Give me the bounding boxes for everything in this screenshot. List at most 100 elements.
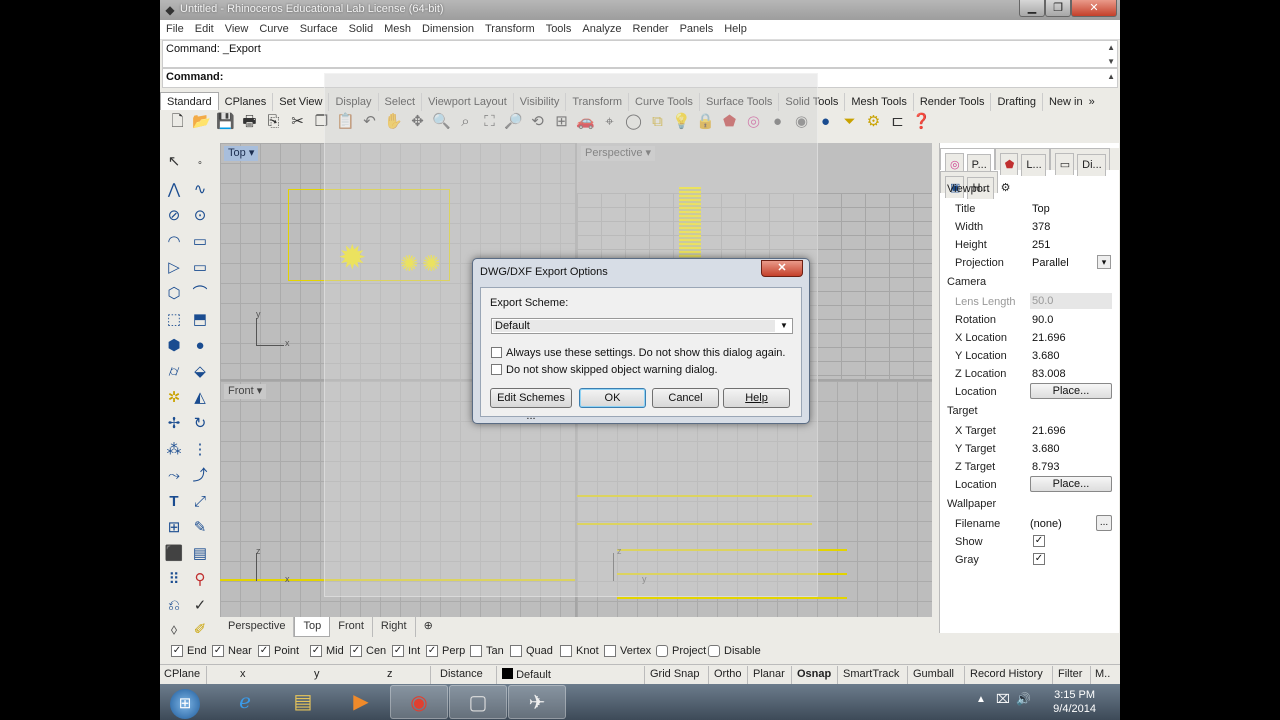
prop-value[interactable]: 378: [1032, 221, 1050, 233]
menu-edit[interactable]: Edit: [189, 20, 219, 35]
status-ortho[interactable]: Ortho: [714, 668, 742, 680]
file-explorer-icon[interactable]: ▤: [274, 685, 332, 719]
section-icon[interactable]: ▤: [188, 542, 212, 566]
tab-standard[interactable]: Standard: [160, 92, 219, 110]
extrude-icon[interactable]: ✲: [162, 386, 186, 410]
cancel-button[interactable]: Cancel: [652, 388, 719, 408]
tab-layers[interactable]: ⬟ L...: [994, 148, 1050, 176]
dimension-tool-icon[interactable]: ⤢: [188, 490, 212, 514]
osnap-int-checkbox[interactable]: ✓: [392, 645, 404, 657]
dimension-icon[interactable]: ⊏: [886, 110, 909, 133]
internet-explorer-icon[interactable]: ℯ: [216, 685, 274, 719]
osnap-cen-checkbox[interactable]: ✓: [350, 645, 362, 657]
hexagon-icon[interactable]: ⬡: [162, 282, 186, 306]
edit-icon[interactable]: ✎: [188, 516, 212, 540]
circle-tool-icon[interactable]: ⊘: [162, 204, 186, 228]
print-icon[interactable]: 🖶: [238, 110, 261, 133]
always-use-settings-checkbox[interactable]: [491, 347, 502, 358]
cube-icon[interactable]: ⬛: [162, 542, 186, 566]
help-icon[interactable]: ❓: [910, 110, 933, 133]
freeform-icon[interactable]: ⌒: [188, 282, 212, 306]
help-button[interactable]: Help: [723, 388, 790, 408]
block-icon[interactable]: ⊞: [162, 516, 186, 540]
skip-warning-checkbox[interactable]: [491, 364, 502, 375]
osnap-near-checkbox[interactable]: ✓: [212, 645, 224, 657]
menu-tools[interactable]: Tools: [540, 20, 577, 35]
status-filter[interactable]: Filter: [1058, 668, 1082, 680]
osnap-disable-checkbox[interactable]: [708, 645, 720, 657]
status-more[interactable]: M..: [1095, 668, 1110, 680]
front-viewport-label[interactable]: Front ▾: [224, 384, 267, 399]
status-gumball[interactable]: Gumball: [913, 668, 954, 680]
dropdown-arrow-icon[interactable]: ▼: [777, 320, 791, 332]
tab-cplanes[interactable]: CPlanes: [219, 93, 274, 111]
prop-value[interactable]: 3.680: [1032, 350, 1060, 362]
menu-help[interactable]: Help: [718, 20, 752, 35]
box-icon[interactable]: ⬢: [162, 334, 186, 358]
vtab-right[interactable]: Right: [373, 617, 416, 637]
tab-new-in[interactable]: New in: [1043, 93, 1089, 111]
osnap-quad-checkbox[interactable]: [510, 645, 522, 657]
vtab-perspective[interactable]: Perspective: [220, 617, 295, 637]
menu-render[interactable]: Render: [627, 20, 674, 35]
filter-icon[interactable]: ⏷: [838, 110, 861, 133]
loft-icon[interactable]: ⬒: [188, 308, 212, 332]
show-checkbox[interactable]: ✓: [1033, 535, 1045, 547]
tray-expand-icon[interactable]: ▲: [976, 694, 986, 705]
osnap-perp-checkbox[interactable]: ✓: [426, 645, 438, 657]
analyze-icon[interactable]: ⚲: [188, 568, 212, 592]
status-cplane[interactable]: CPlane: [164, 668, 200, 680]
prop-value[interactable]: Top: [1032, 203, 1050, 215]
app-window-icon[interactable]: ▢: [449, 685, 507, 719]
prop-value[interactable]: 90.0: [1032, 314, 1053, 326]
status-record-history[interactable]: Record History: [970, 668, 1043, 680]
close-button[interactable]: ✕: [1071, 0, 1117, 17]
camera-place-button[interactable]: Place...: [1030, 383, 1112, 399]
menu-curve[interactable]: Curve: [253, 20, 293, 35]
split-icon[interactable]: ⤴: [188, 464, 212, 488]
tab-render-tools[interactable]: Render Tools: [914, 93, 992, 111]
menu-dimension[interactable]: Dimension: [416, 20, 479, 35]
target-place-button[interactable]: Place...: [1030, 476, 1112, 492]
osnap-point-checkbox[interactable]: ✓: [258, 645, 270, 657]
paint-icon[interactable]: ✐: [188, 618, 212, 642]
scroll-down-icon[interactable]: ▼: [1107, 57, 1115, 66]
open-icon[interactable]: 📂: [190, 110, 213, 133]
menu-panels[interactable]: Panels: [674, 20, 719, 35]
status-osnap[interactable]: Osnap: [797, 668, 831, 680]
check-icon[interactable]: ✓: [188, 594, 212, 618]
osnap-mid-checkbox[interactable]: ✓: [310, 645, 322, 657]
ellipse-icon[interactable]: ⊙: [188, 204, 212, 228]
point-icon[interactable]: ∘: [188, 150, 212, 174]
rectangle-tool-icon[interactable]: ▭: [188, 256, 212, 280]
osnap-knot-checkbox[interactable]: [560, 645, 572, 657]
menu-surface[interactable]: Surface: [294, 20, 343, 35]
prop-value[interactable]: 3.680: [1032, 443, 1060, 455]
status-planar[interactable]: Planar: [753, 668, 785, 680]
projection-dropdown[interactable]: Parallel: [1032, 257, 1069, 269]
text-icon[interactable]: T: [162, 490, 186, 514]
browse-button[interactable]: ...: [1096, 515, 1112, 531]
menu-analyze[interactable]: Analyze: [576, 20, 626, 35]
new-icon[interactable]: 🗋: [166, 110, 189, 133]
status-smarttrack[interactable]: SmartTrack: [843, 668, 899, 680]
surface-icon[interactable]: ⬚: [162, 308, 186, 332]
menu-mesh[interactable]: Mesh: [378, 20, 416, 35]
array-icon[interactable]: ⋮: [188, 438, 212, 462]
save-icon[interactable]: 💾: [214, 110, 237, 133]
tab-properties[interactable]: ◎ P...: [940, 148, 995, 176]
minimize-button[interactable]: ▁: [1019, 0, 1045, 17]
rectangle-icon[interactable]: ▭: [188, 230, 212, 254]
export-scheme-dropdown[interactable]: Default ▼: [491, 318, 793, 334]
media-player-icon[interactable]: ▶: [332, 685, 390, 719]
dialog-close-button[interactable]: ✕: [761, 260, 803, 277]
flow-icon[interactable]: ⎌: [162, 594, 186, 618]
trim-icon[interactable]: ⤳: [162, 464, 186, 488]
menu-solid[interactable]: Solid: [343, 20, 378, 35]
status-grid-snap[interactable]: Grid Snap: [650, 668, 700, 680]
more-tabs-icon[interactable]: »: [1089, 93, 1097, 111]
polyline-icon[interactable]: ⋀: [162, 178, 186, 202]
tab-drafting[interactable]: Drafting: [991, 93, 1043, 111]
prop-value[interactable]: 251: [1032, 239, 1050, 251]
prop-value[interactable]: 83.008: [1032, 368, 1066, 380]
